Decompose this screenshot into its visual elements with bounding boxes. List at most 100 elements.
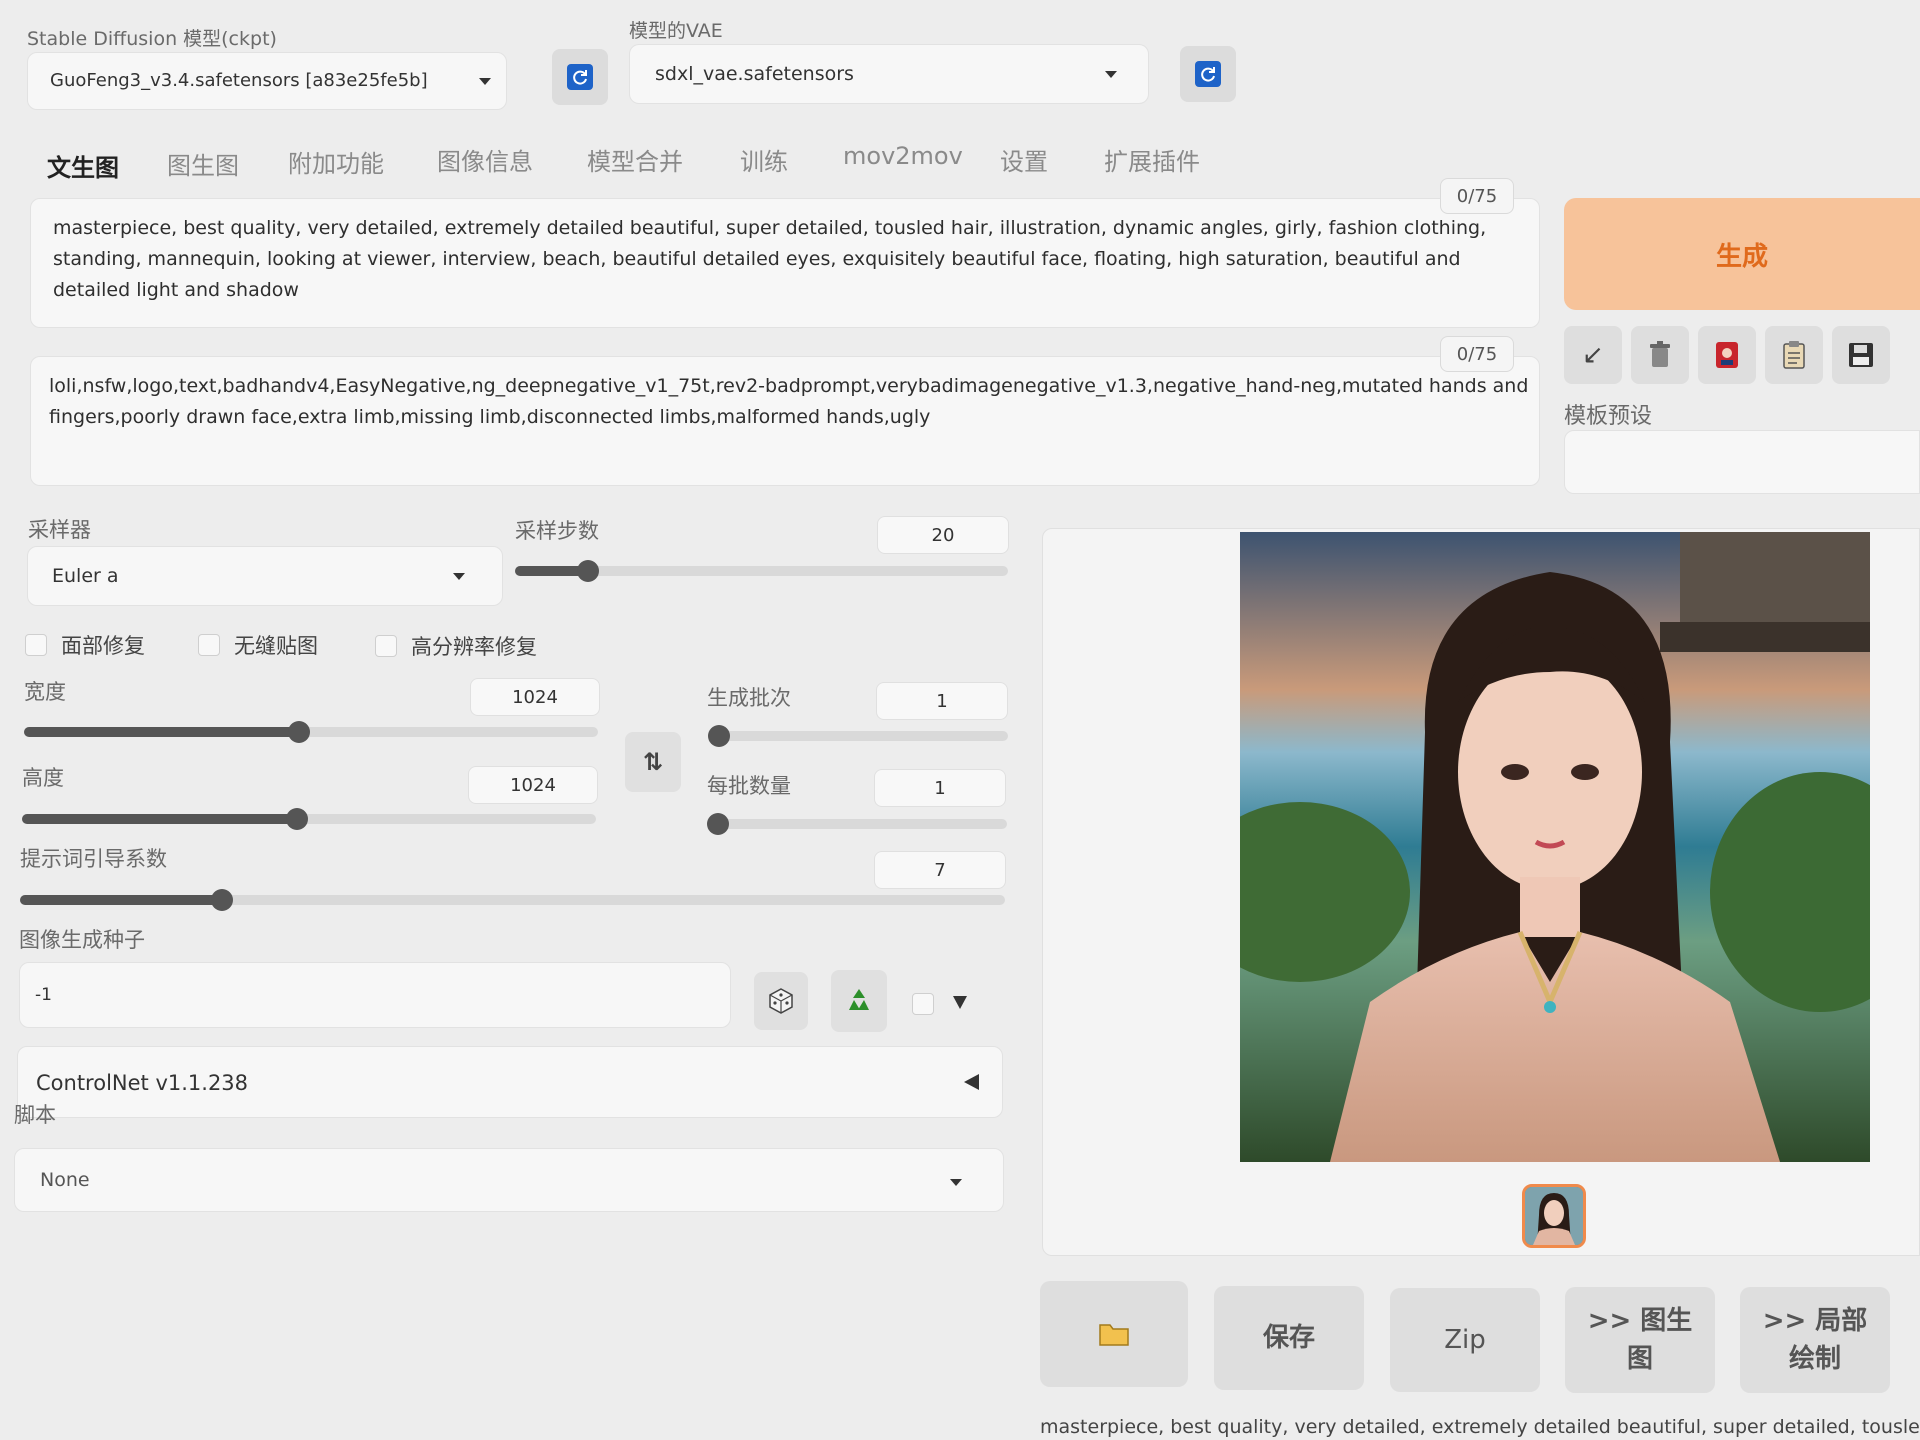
script-label: 脚本 <box>14 1103 56 1127</box>
chevron-down-icon <box>479 78 491 85</box>
extra-seed-checkbox[interactable] <box>912 993 934 1015</box>
steps-slider[interactable] <box>515 560 1008 582</box>
controlnet-accordion[interactable]: ControlNet v1.1.238 <box>17 1046 1003 1118</box>
batch-size-input[interactable]: 1 <box>874 769 1006 807</box>
batch-count-slider[interactable] <box>708 725 1008 747</box>
tiling-checkbox[interactable]: 无缝贴图 <box>198 630 318 660</box>
hires-fix-label: 高分辨率修复 <box>411 635 537 659</box>
send-to-img2img-label: >> 图生图 <box>1587 1306 1693 1374</box>
clipboard-icon <box>1783 341 1805 369</box>
face-restore-checkbox[interactable]: 面部修复 <box>25 630 145 660</box>
output-caption: masterpiece, best quality, very detailed… <box>1040 1416 1920 1438</box>
vae-label: 模型的VAE <box>629 20 723 42</box>
batch-size-slider-thumb[interactable] <box>707 813 729 835</box>
folder-icon <box>1099 1324 1129 1346</box>
open-folder-button[interactable] <box>1040 1281 1188 1387</box>
clear-prompt-button[interactable] <box>1631 326 1689 384</box>
cfg-scale-slider[interactable] <box>20 889 1005 911</box>
negative-prompt-textarea[interactable]: loli,nsfw,logo,text,badhandv4,EasyNegati… <box>30 356 1540 486</box>
batch-count-input[interactable]: 1 <box>876 682 1008 720</box>
red-card-icon <box>1716 342 1738 368</box>
send-to-inpaint-label: >> 局部绘制 <box>1762 1306 1868 1374</box>
refresh-vae-button[interactable] <box>1180 46 1236 102</box>
vae-select-value: sdxl_vae.safetensors <box>655 63 854 85</box>
generated-image[interactable] <box>1240 532 1870 1162</box>
hires-fix-checkbox[interactable]: 高分辨率修复 <box>375 631 537 661</box>
width-input[interactable]: 1024 <box>470 678 600 716</box>
sampler-select[interactable]: Euler a <box>27 546 503 606</box>
triangle-down-icon[interactable] <box>953 996 967 1009</box>
read-params-button[interactable]: ↙ <box>1564 326 1622 384</box>
save-style-button[interactable] <box>1832 326 1890 384</box>
chevron-down-icon <box>1105 71 1117 78</box>
chevron-down-icon <box>453 573 465 580</box>
steps-input[interactable]: 20 <box>877 516 1009 554</box>
width-label: 宽度 <box>24 680 66 704</box>
refresh-icon <box>1195 61 1221 87</box>
tab-img2img[interactable]: 图生图 <box>167 146 239 181</box>
batch-size-slider[interactable] <box>707 813 1007 835</box>
dice-icon <box>769 988 793 1014</box>
height-label: 高度 <box>22 766 64 790</box>
script-select[interactable]: None <box>14 1148 1004 1212</box>
width-slider[interactable] <box>24 721 598 743</box>
gallery-thumbnail[interactable] <box>1522 1184 1586 1248</box>
height-slider[interactable] <box>22 808 596 830</box>
swap-arrows-icon: ⇅ <box>642 748 664 776</box>
sampler-select-value: Euler a <box>52 565 119 587</box>
reuse-seed-button[interactable] <box>831 970 887 1032</box>
tab-extras[interactable]: 附加功能 <box>288 144 384 179</box>
batch-size-label: 每批数量 <box>707 774 791 798</box>
cfg-scale-label: 提示词引导系数 <box>20 847 167 871</box>
checkbox-box[interactable] <box>375 635 397 657</box>
random-seed-button[interactable] <box>754 972 808 1030</box>
apply-style-button[interactable] <box>1765 326 1823 384</box>
refresh-icon <box>567 64 593 90</box>
refresh-model-button[interactable] <box>552 49 608 105</box>
checkbox-box[interactable] <box>25 634 47 656</box>
floppy-disk-icon <box>1849 343 1873 367</box>
generate-button[interactable]: 生成 <box>1564 198 1920 310</box>
style-preset-select[interactable] <box>1564 430 1920 494</box>
model-select[interactable]: GuoFeng3_v3.4.safetensors [a83e25fe5b] <box>27 52 507 110</box>
cfg-scale-input[interactable]: 7 <box>874 851 1006 889</box>
sampler-label: 采样器 <box>28 518 91 542</box>
zip-button[interactable]: Zip <box>1390 1288 1540 1392</box>
prompt-token-counter: 0/75 <box>1440 178 1514 214</box>
seed-input[interactable]: -1 <box>19 962 731 1028</box>
send-to-inpaint-button[interactable]: >> 局部绘制 <box>1740 1287 1890 1393</box>
save-button[interactable]: 保存 <box>1214 1286 1364 1390</box>
prompt-text: masterpiece, best quality, very detailed… <box>53 217 1487 301</box>
show-extra-networks-button[interactable] <box>1698 326 1756 384</box>
height-slider-thumb[interactable] <box>286 808 308 830</box>
steps-label: 采样步数 <box>515 519 599 543</box>
width-slider-thumb[interactable] <box>288 721 310 743</box>
negative-prompt-text: loli,nsfw,logo,text,badhandv4,EasyNegati… <box>49 375 1529 428</box>
recycle-icon <box>849 989 869 1010</box>
script-select-value: None <box>40 1169 90 1191</box>
trash-icon <box>1650 341 1670 367</box>
tab-train[interactable]: 训练 <box>740 142 788 177</box>
tab-checkpoint-merger[interactable]: 模型合并 <box>587 142 683 177</box>
tab-settings[interactable]: 设置 <box>1000 142 1048 177</box>
batch-count-label: 生成批次 <box>707 686 791 710</box>
tab-png-info[interactable]: 图像信息 <box>437 142 533 177</box>
batch-count-slider-thumb[interactable] <box>708 725 730 747</box>
style-preset-label: 模板预设 <box>1564 404 1653 429</box>
vae-select[interactable]: sdxl_vae.safetensors <box>629 44 1149 104</box>
face-restore-label: 面部修复 <box>61 634 145 658</box>
swap-dimensions-button[interactable]: ⇅ <box>625 732 681 792</box>
controlnet-label: ControlNet v1.1.238 <box>36 1071 249 1095</box>
height-input[interactable]: 1024 <box>468 766 598 804</box>
steps-slider-thumb[interactable] <box>577 560 599 582</box>
generate-label: 生成 <box>1715 241 1768 272</box>
prompt-textarea[interactable]: masterpiece, best quality, very detailed… <box>30 198 1540 328</box>
negative-prompt-token-counter: 0/75 <box>1440 336 1514 372</box>
tab-txt2img[interactable]: 文生图 <box>47 148 119 183</box>
tab-mov2mov[interactable]: mov2mov <box>843 142 963 170</box>
cfg-scale-slider-thumb[interactable] <box>211 889 233 911</box>
send-to-img2img-button[interactable]: >> 图生图 <box>1565 1287 1715 1393</box>
tab-extensions[interactable]: 扩展插件 <box>1104 142 1200 177</box>
checkbox-box[interactable] <box>198 634 220 656</box>
model-label: Stable Diffusion 模型(ckpt) <box>27 28 277 50</box>
